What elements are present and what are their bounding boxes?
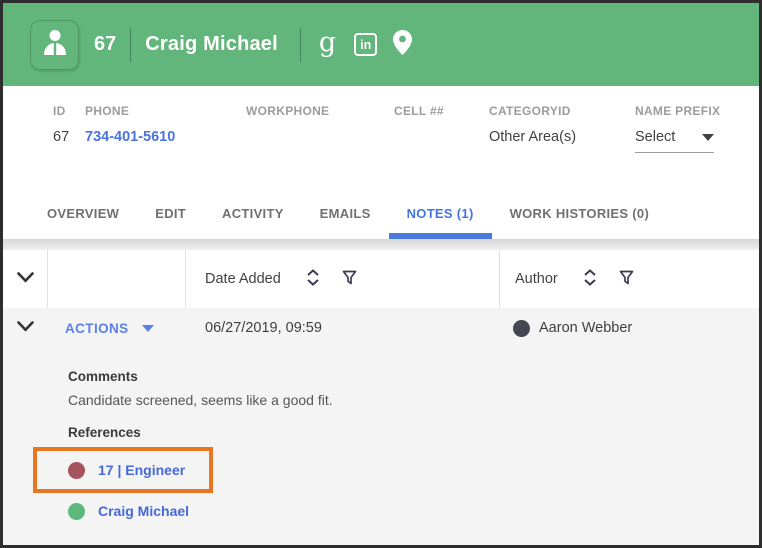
chevron-down-icon [142,325,154,332]
reference-item: Craig Michael [68,497,759,525]
name-prefix-select[interactable]: Select [635,129,714,153]
sort-icon[interactable] [583,269,597,290]
field-cell: CELL ## [394,104,489,188]
tab-emails[interactable]: EMAILS [302,188,389,239]
comments-text: Candidate screened, seems like a good fi… [68,392,759,408]
sort-icon[interactable] [306,269,320,290]
contact-avatar-button[interactable] [30,20,79,70]
header-divider [300,28,301,62]
author-cell: Aaron Webber [500,320,759,337]
linkedin-icon[interactable]: in [354,33,377,56]
reference-link[interactable]: 17 | Engineer [98,462,185,478]
field-name-prefix: NAME PREFIX Select [635,104,720,188]
reference-item: 17 | Engineer [68,456,185,484]
contact-record-window: 67 Craig Michael g in ID 67 PHONE 734-40… [0,0,762,548]
chevron-down-icon [17,270,34,288]
tab-notes[interactable]: NOTES (1) [389,188,492,239]
actions-label: ACTIONS [65,321,129,336]
field-phone: PHONE 734-401-5610 [85,104,246,188]
column-label: Author [515,271,558,287]
phone-link[interactable]: 734-401-5610 [85,129,246,145]
tab-edit[interactable]: EDIT [137,188,204,239]
reference-status-dot [68,462,85,479]
person-icon [42,28,68,61]
tab-activity[interactable]: ACTIVITY [204,188,302,239]
field-label: CATEGORYID [489,104,635,118]
field-id: ID 67 [53,104,85,188]
record-tabs: OVERVIEW EDIT ACTIVITY EMAILS NOTES (1) … [3,188,759,239]
note-table-row: ACTIONS 06/27/2019, 09:59 Aaron Webber [3,308,759,348]
reference-status-dot [68,503,85,520]
contact-info-bar: ID 67 PHONE 734-401-5610 WORKPHONE CELL … [3,86,759,188]
location-pin-icon[interactable] [393,30,412,60]
actions-dropdown[interactable]: ACTIONS [48,321,186,336]
tab-overview[interactable]: OVERVIEW [29,188,137,239]
field-categoryid: CATEGORYID Other Area(s) [489,104,635,188]
tabs-divider-band [3,239,759,250]
field-label: NAME PREFIX [635,104,720,118]
notes-table-header: Date Added Author [3,250,759,308]
field-label: CELL ## [394,104,489,118]
chevron-down-icon [17,319,34,337]
field-label: ID [53,104,85,118]
author-avatar [513,320,530,337]
header-divider [130,28,131,62]
date-added-column-header: Date Added [186,250,500,308]
filter-icon[interactable] [619,270,634,289]
collapse-row-button[interactable] [3,319,48,337]
notes-expanded-area: ACTIONS 06/27/2019, 09:59 Aaron Webber C… [3,308,759,545]
actions-column-header [48,250,186,308]
select-value: Select [635,129,675,145]
field-value: Other Area(s) [489,129,635,145]
field-label: WORKPHONE [246,104,394,118]
highlight-annotation-box: 17 | Engineer [33,447,213,493]
google-search-icon[interactable]: g [319,29,336,56]
expand-all-button[interactable] [3,250,48,308]
chevron-down-icon [702,134,714,141]
date-added-cell: 06/27/2019, 09:59 [186,320,500,336]
contact-header: 67 Craig Michael g in [3,3,759,86]
comments-heading: Comments [68,369,759,384]
author-column-header: Author [500,250,759,308]
reference-link[interactable]: Craig Michael [98,503,189,519]
filter-icon[interactable] [342,270,357,289]
note-detail: Comments Candidate screened, seems like … [3,348,759,525]
tab-work-histories[interactable]: WORK HISTORIES (0) [492,188,668,239]
references-list: 17 | Engineer Craig Michael [68,447,759,525]
field-value: 67 [53,129,85,145]
column-label: Date Added [205,271,281,287]
contact-id: 67 [94,33,116,56]
contact-name: Craig Michael [145,33,278,56]
field-label: PHONE [85,104,246,118]
author-name: Aaron Webber [539,320,632,336]
field-workphone: WORKPHONE [246,104,394,188]
references-heading: References [68,425,759,440]
